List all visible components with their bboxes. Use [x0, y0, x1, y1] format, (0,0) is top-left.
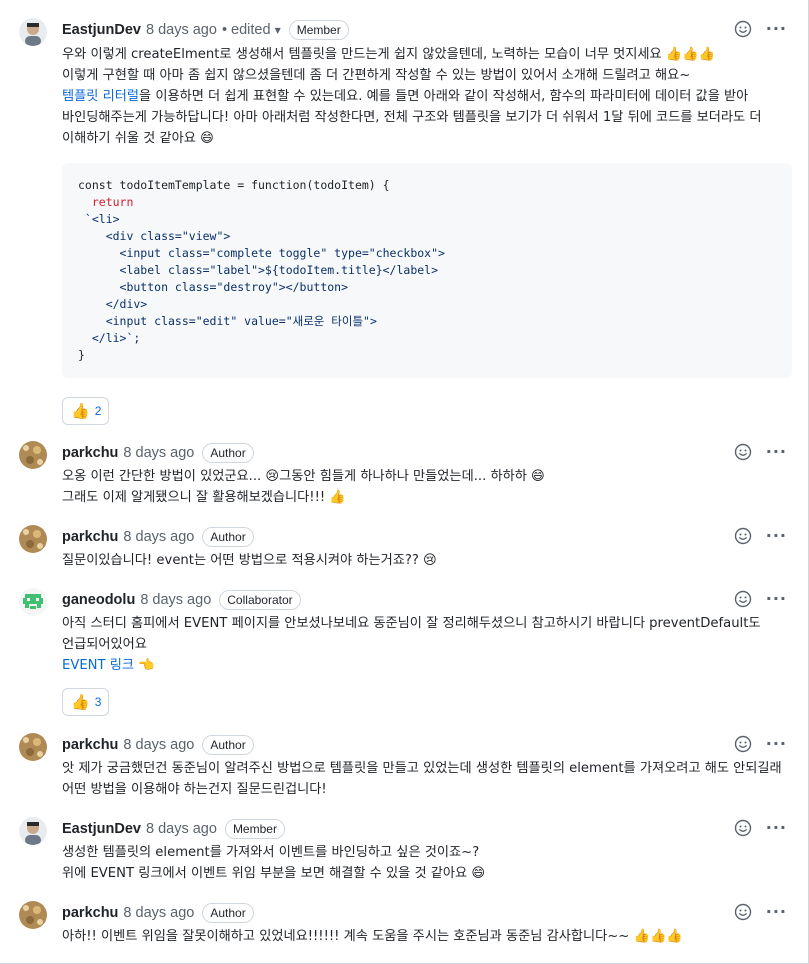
avatar[interactable] — [19, 18, 47, 46]
smiley-icon[interactable] — [734, 819, 752, 837]
comment-text: 그래도 이제 알게됐으니 잘 활용해보겠습니다!!! 👍 — [62, 490, 346, 505]
reaction-button[interactable]: 👍 2 — [62, 397, 110, 425]
role-badge: Member — [224, 819, 285, 839]
kebab-icon[interactable]: ··· — [766, 904, 787, 920]
avatar[interactable] — [19, 525, 47, 553]
comment-text: 아하!! 이벤트 위임을 잘못이해하고 있었네요!!!!!! 계속 도움을 주시… — [62, 929, 683, 944]
smiley-icon[interactable] — [734, 527, 752, 545]
kebab-icon[interactable]: ··· — [766, 591, 787, 607]
comment-timestamp[interactable]: 8 days ago — [146, 821, 217, 837]
comment-author[interactable]: EastjunDev — [62, 22, 141, 38]
code-line: } — [78, 348, 85, 362]
comment-author[interactable]: parkchu — [62, 737, 118, 753]
code-line: return — [78, 195, 134, 209]
smiley-icon[interactable] — [734, 443, 752, 461]
comment-text: EVENT 링크 👈 — [62, 655, 792, 676]
smiley-icon[interactable] — [734, 590, 752, 608]
code-line: </li>`; — [78, 331, 141, 345]
comment-text: 생성한 템플릿의 element를 가져와서 이벤트를 바인딩하고 싶은 것이죠… — [62, 845, 480, 860]
smiley-icon[interactable] — [734, 20, 752, 38]
avatar[interactable] — [19, 817, 47, 845]
comment-author[interactable]: parkchu — [62, 529, 118, 545]
comment-text: 위에 EVENT 링크에서 이벤트 위임 부분을 보면 해결할 수 있을 것 같… — [62, 866, 486, 881]
avatar[interactable] — [19, 441, 47, 469]
kebab-icon[interactable]: ··· — [766, 736, 787, 752]
role-badge: Author — [202, 443, 254, 463]
comment-text: 오옹 이런 간단한 방법이 있었군요... 😢그동안 힘들게 하나하나 만들었는… — [62, 469, 545, 484]
code-line: `<li> — [78, 212, 120, 226]
thumbs-up-icon: 👍 — [71, 402, 90, 420]
edited-label[interactable]: • edited — [222, 22, 271, 38]
comment-text: 템플릿 리터럴을 이용하면 더 쉽게 표현할 수 있는데요. 예를 들면 아래와… — [62, 89, 762, 146]
reaction-count: 2 — [94, 404, 102, 418]
role-badge: Author — [202, 903, 254, 923]
comment-timestamp[interactable]: 8 days ago — [123, 445, 194, 461]
code-line: <input class="complete toggle" type="che… — [78, 246, 445, 260]
comment-timestamp[interactable]: 8 days ago — [123, 737, 194, 753]
code-block: const todoItemTemplate = function(todoIt… — [62, 163, 792, 378]
role-badge: Author — [202, 735, 254, 755]
comment-text: 앗 제가 궁금했던건 동준님이 알려주신 방법으로 템플릿을 만들고 있었는데 … — [62, 761, 782, 797]
smiley-icon[interactable] — [734, 735, 752, 753]
role-badge: Author — [202, 527, 254, 547]
thumbs-up-icon: 👍 — [71, 693, 90, 711]
code-line: </div> — [78, 297, 148, 311]
role-badge: Member — [288, 20, 349, 40]
comment-text: 우와 이렇게 createElment로 생성해서 템플릿을 만드는게 쉽지 않… — [62, 47, 716, 62]
comment-text: 아직 스터디 홈피에서 EVENT 페이지를 안보셨나보네요 동준님이 잘 정리… — [62, 616, 761, 652]
code-line: <button class="destroy"></button> — [78, 280, 349, 294]
code-line: const todoItemTemplate = function(todoIt… — [78, 178, 390, 192]
avatar[interactable] — [19, 901, 47, 929]
code-line: <div class="view"> — [78, 229, 231, 243]
smiley-icon[interactable] — [734, 903, 752, 921]
comment-text: 질문이있습니다! event는 어떤 방법으로 적용시켜야 하는거죠?? 😢 — [62, 553, 437, 568]
event-link[interactable]: EVENT 링크 👈 — [62, 658, 155, 673]
role-badge: Collaborator — [219, 590, 301, 610]
reaction-count: 3 — [94, 695, 102, 709]
comment-text: 이렇게 구현할 때 아마 좀 쉽지 않으셨을텐데 좀 더 간편하게 작성할 수 … — [62, 68, 691, 83]
chevron-down-icon[interactable]: ▼ — [275, 26, 281, 35]
avatar[interactable] — [19, 588, 47, 616]
comment-author[interactable]: ganeodolu — [62, 592, 135, 608]
comment-author[interactable]: parkchu — [62, 905, 118, 921]
comment-timestamp[interactable]: 8 days ago — [123, 529, 194, 545]
avatar[interactable] — [19, 733, 47, 761]
comment-timestamp[interactable]: 8 days ago — [146, 22, 217, 38]
template-literal-link[interactable]: 템플릿 리터럴 — [62, 89, 139, 104]
comment-timestamp[interactable]: 8 days ago — [140, 592, 211, 608]
comment-author[interactable]: EastjunDev — [62, 821, 141, 837]
kebab-icon[interactable]: ··· — [766, 444, 787, 460]
kebab-icon[interactable]: ··· — [766, 528, 787, 544]
kebab-icon[interactable]: ··· — [766, 21, 787, 37]
comment-timestamp[interactable]: 8 days ago — [123, 905, 194, 921]
reaction-button[interactable]: 👍 3 — [62, 688, 110, 716]
comment-author[interactable]: parkchu — [62, 445, 118, 461]
code-line: <input class="edit" value="새로운 타이틀"> — [78, 314, 377, 328]
kebab-icon[interactable]: ··· — [766, 820, 787, 836]
code-line: <label class="label">${todoItem.title}</… — [78, 263, 439, 277]
